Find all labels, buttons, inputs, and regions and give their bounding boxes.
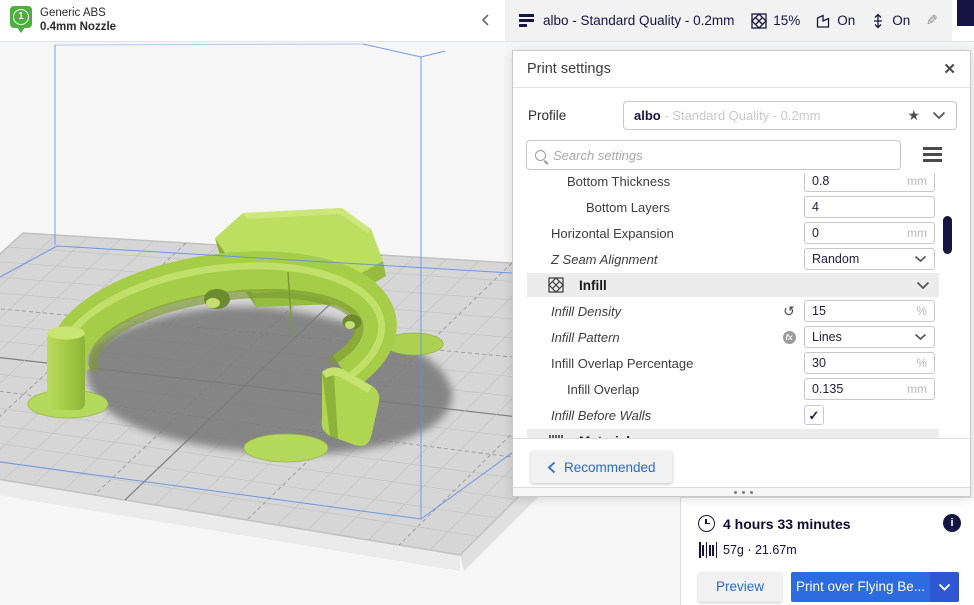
setting-label: Horizontal Expansion <box>551 226 674 241</box>
search-icon <box>535 150 546 161</box>
output-panel: 4 hours 33 minutes i 57g · 21.67m Previe… <box>680 497 974 605</box>
setting-input[interactable]: 15 % <box>804 300 935 322</box>
section-label: Material <box>579 434 630 440</box>
setting-input[interactable]: 0.8 mm <box>804 173 935 192</box>
resize-dots-icon <box>742 491 745 494</box>
settings-list[interactable]: Bottom Thickness 0.8 mm Bottom Layers 4 … <box>513 173 970 439</box>
setting-input[interactable]: 4 <box>804 196 935 218</box>
setting-input[interactable]: 0.135 mm <box>804 378 935 400</box>
print-time: 4 hours 33 minutes <box>723 516 851 532</box>
nozzle-size: 0.4mm Nozzle <box>40 21 116 33</box>
model-foot-front <box>244 434 328 462</box>
recommended-button[interactable]: Recommended <box>531 451 672 483</box>
setting-row-bottom-thickness: Bottom Thickness 0.8 mm <box>513 173 970 194</box>
search-box[interactable] <box>526 140 901 170</box>
print-dropdown-toggle[interactable] <box>930 572 959 602</box>
search-input[interactable] <box>553 148 892 163</box>
setting-label: Infill Overlap <box>567 382 639 397</box>
close-icon[interactable]: ✕ <box>943 60 956 78</box>
reset-icon[interactable]: ↺ <box>779 303 799 320</box>
extruder-number: 1 <box>13 9 29 25</box>
setting-label: Bottom Thickness <box>567 174 670 189</box>
profile-dropdown[interactable]: albo - Standard Quality - 0.2mm ★ <box>623 101 957 130</box>
chevron-down-icon <box>914 333 927 341</box>
panel-title: Print settings <box>527 61 611 77</box>
setting-input[interactable]: 30 % <box>804 352 935 374</box>
chevron-down-icon <box>916 281 930 290</box>
setting-row-z-seam-alignment: Z Seam Alignment Random <box>513 246 970 272</box>
material-usage: 57g · 21.67m <box>723 543 797 557</box>
info-icon[interactable]: i <box>943 514 961 532</box>
collapse-chevron-left-icon[interactable] <box>478 12 494 28</box>
material-name: Generic ABS <box>40 7 106 19</box>
section-header-infill[interactable]: Infill <box>527 273 939 297</box>
panel-resize-handle[interactable] <box>513 487 970 496</box>
scrollbar-thumb[interactable] <box>943 216 952 254</box>
infill-icon <box>548 277 564 293</box>
print-button[interactable]: Print over Flying Be... <box>791 572 959 602</box>
setting-row-infill-before-walls: Infill Before Walls ✓ <box>513 402 970 428</box>
chevron-down-icon <box>932 111 946 120</box>
toolbar-support-value: On <box>837 13 855 28</box>
chevron-down-icon <box>914 255 927 263</box>
checkbox-checked[interactable]: ✓ <box>804 405 824 425</box>
setting-input[interactable]: 0 mm <box>804 222 935 244</box>
menu-hamburger-icon[interactable] <box>923 147 942 162</box>
corner-block <box>957 0 974 26</box>
panel-header: Print settings ✕ <box>513 51 970 88</box>
adhesion-icon <box>870 13 886 29</box>
toolbar-infill-value: 15% <box>773 13 800 28</box>
infill-icon <box>751 13 767 29</box>
setting-row-bottom-layers: Bottom Layers 4 <box>513 194 970 220</box>
setting-label: Infill Before Walls <box>551 408 651 423</box>
clock-icon <box>698 515 715 532</box>
print-settings-panel: Print settings ✕ Profile albo - Standard… <box>512 50 971 497</box>
recommended-label: Recommended <box>564 460 656 475</box>
setting-label: Infill Overlap Percentage <box>551 356 693 371</box>
setting-row-infill-overlap: Infill Overlap 0.135 mm <box>513 376 970 402</box>
edit-pencil-icon[interactable]: ✎ <box>926 12 938 29</box>
material-usage-icon <box>699 542 719 558</box>
model-post-left <box>47 332 85 410</box>
setting-row-infill-density: Infill Density ↺ 15 % <box>513 298 970 324</box>
material-icon <box>548 433 564 439</box>
profile-label: Profile <box>528 108 566 123</box>
setting-row-infill-pattern: Infill Pattern fx Lines <box>513 324 970 350</box>
setting-dropdown[interactable]: Lines <box>804 326 935 348</box>
setting-row-horizontal-expansion: Horizontal Expansion 0 mm <box>513 220 970 246</box>
setting-label: Bottom Layers <box>586 200 670 215</box>
cura-window: 1 Generic ABS 0.4mm Nozzle albo - Standa… <box>0 0 974 605</box>
section-label: Infill <box>579 278 607 293</box>
profile-layers-icon <box>519 14 534 27</box>
support-icon <box>815 13 831 29</box>
setting-label: Infill Density <box>551 304 621 319</box>
star-icon[interactable]: ★ <box>907 107 920 124</box>
print-setup-toolbar[interactable]: albo - Standard Quality - 0.2mm 15% On O… <box>505 0 952 41</box>
chevron-down-icon <box>938 583 951 592</box>
fx-icon[interactable]: fx <box>779 331 799 344</box>
profile-name: albo <box>634 108 661 123</box>
chevron-left-icon <box>547 461 556 474</box>
print-button-label: Print over Flying Be... <box>791 572 930 602</box>
toolbar-adhesion-value: On <box>892 13 910 28</box>
preview-button[interactable]: Preview <box>698 572 782 602</box>
setting-row-infill-overlap-percentage: Infill Overlap Percentage 30 % <box>513 350 970 376</box>
toolbar-profile-summary: albo - Standard Quality - 0.2mm <box>543 13 734 28</box>
profile-rest: - Standard Quality - 0.2mm <box>661 108 821 123</box>
setting-dropdown[interactable]: Random <box>804 248 935 270</box>
setting-label: Infill Pattern <box>551 330 620 345</box>
section-header-material[interactable]: Material <box>527 429 939 439</box>
extruder-badge-icon[interactable]: 1 <box>10 6 32 28</box>
setting-label: Z Seam Alignment <box>551 252 657 267</box>
